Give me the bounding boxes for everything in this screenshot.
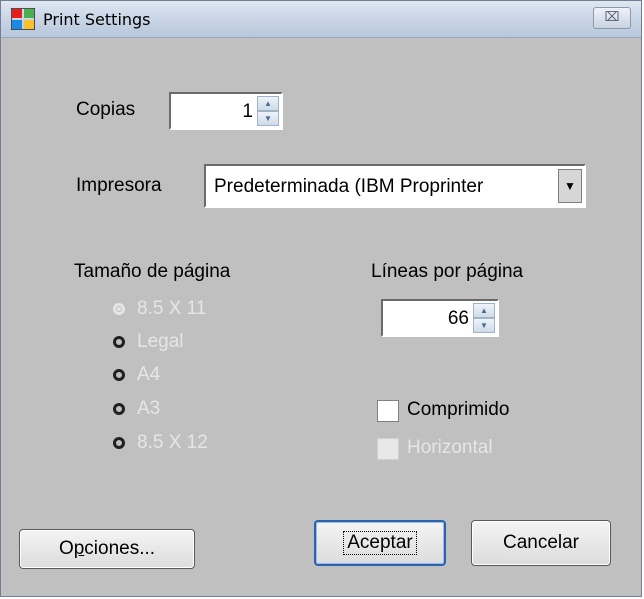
cancel-button[interactable]: Cancelar: [471, 520, 611, 566]
page-size-option-label: 8.5 X 11: [137, 298, 207, 319]
radio-legal[interactable]: [113, 336, 125, 348]
arrow-up-icon[interactable]: ▲: [257, 96, 279, 111]
arrow-down-icon[interactable]: ▼: [473, 318, 495, 333]
copies-spinner[interactable]: 1 ▲ ▼: [169, 92, 283, 130]
radio-a4[interactable]: [113, 369, 125, 381]
copies-label: Copias: [76, 99, 136, 120]
close-icon: ⌧: [604, 10, 620, 25]
window-title: Print Settings: [43, 10, 151, 29]
options-button-label: Opciones...: [58, 538, 156, 559]
arrow-up-icon[interactable]: ▲: [473, 303, 495, 318]
page-size-option-label: Legal: [137, 331, 184, 352]
print-settings-dialog: Print Settings ⌧ Copias 1 ▲ ▼ Impresora …: [0, 0, 642, 597]
windows-logo-icon: [11, 8, 35, 30]
page-size-option-label: 8.5 X 12: [137, 432, 208, 453]
options-button[interactable]: Opciones...: [19, 529, 195, 569]
page-size-option-label: A3: [137, 398, 161, 419]
cancel-button-label: Cancelar: [502, 532, 580, 553]
lines-per-page-value[interactable]: 66: [448, 308, 469, 330]
lines-per-page-spinner[interactable]: 66 ▲ ▼: [381, 299, 499, 337]
page-size-label: Tamaño de página: [74, 261, 231, 282]
page-size-option-label: A4: [137, 364, 161, 385]
close-button[interactable]: ⌧: [593, 7, 631, 29]
copies-value[interactable]: 1: [242, 101, 253, 123]
lines-per-page-label: Líneas por página: [371, 261, 524, 282]
compressed-label: Comprimido: [407, 399, 510, 420]
printer-label: Impresora: [76, 175, 162, 196]
landscape-label: Horizontal: [407, 437, 493, 458]
chevron-down-icon[interactable]: ▼: [558, 169, 582, 203]
accept-button-label: Aceptar: [343, 531, 417, 555]
radio-8-5x11[interactable]: [113, 303, 125, 315]
arrow-down-icon[interactable]: ▼: [257, 111, 279, 126]
printer-selected-value: Predeterminada (IBM Proprinter: [214, 176, 484, 197]
radio-8-5x12[interactable]: [113, 437, 125, 449]
compressed-checkbox[interactable]: [377, 400, 399, 422]
landscape-checkbox[interactable]: [377, 438, 399, 460]
radio-a3[interactable]: [113, 403, 125, 415]
printer-select[interactable]: Predeterminada (IBM Proprinter ▼: [204, 164, 586, 208]
accept-button[interactable]: Aceptar: [314, 520, 446, 566]
title-bar: Print Settings ⌧: [1, 1, 641, 38]
